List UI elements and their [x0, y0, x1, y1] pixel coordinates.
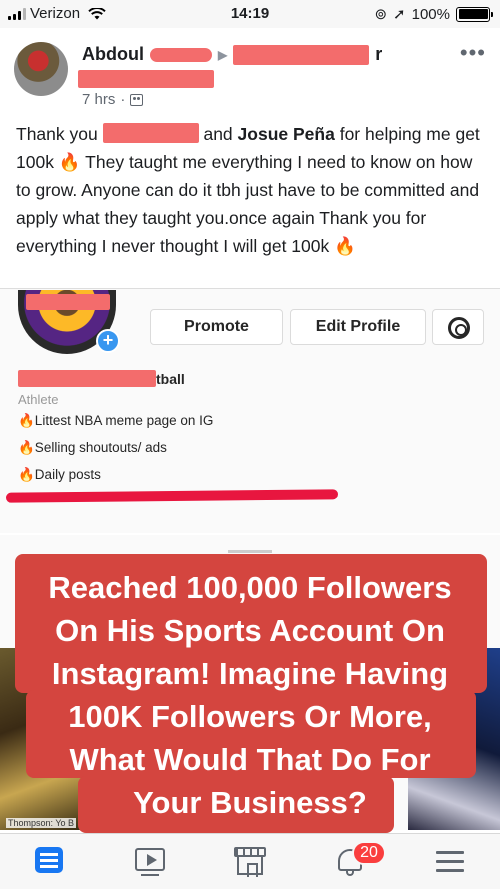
post-meta: 7 hrs · — [82, 91, 144, 108]
bio-line-1: 🔥Littest NBA meme page on IG — [18, 413, 214, 428]
battery-icon — [456, 6, 493, 22]
video-icon[interactable] — [133, 844, 167, 878]
bio-line-3: 🔥Daily posts — [18, 467, 101, 482]
orientation-lock-icon: ⊚ — [374, 6, 388, 23]
headline-line-5: What Would That Do For — [69, 742, 431, 777]
headline-line-6: Your Business? — [133, 785, 367, 820]
headline-line-2: On His Sports Account On — [55, 613, 445, 648]
meta-separator: · — [120, 91, 126, 108]
post-text-rest: They taught me everything I need to know… — [16, 152, 480, 256]
post-text-and: and — [203, 124, 233, 144]
post-text: Thank you and Josue Peña for helping me … — [16, 120, 486, 260]
edit-profile-button: Edit Profile — [290, 309, 426, 345]
status-right: ⊚ ➚ 100% — [374, 5, 493, 23]
redacted-display-name — [18, 370, 156, 387]
post-text-thank-you: Thank you — [16, 124, 98, 144]
redacted-mention — [102, 123, 199, 143]
group-name-tail[interactable]: r — [375, 44, 382, 65]
fire-emoji-end: 🔥 — [334, 236, 356, 256]
shared-to-arrow-icon: ▶ — [217, 47, 228, 62]
add-story-plus-icon: + — [96, 329, 120, 353]
battery-percent: 100% — [411, 5, 450, 23]
post-author[interactable]: Abdoul ▶ r — [82, 44, 382, 65]
headline-line-3: Instagram! Imagine Having — [51, 656, 449, 691]
display-name-tail: tball — [156, 370, 185, 387]
author-name[interactable]: Abdoul — [82, 44, 144, 65]
bio-line-2: 🔥Selling shoutouts/ ads — [18, 440, 167, 455]
headline-text: Reached 100,000 Followers On His Sports … — [10, 566, 490, 824]
headline-line-1: Reached 100,000 Followers — [48, 570, 452, 605]
news-feed-icon[interactable] — [33, 844, 67, 878]
post-time[interactable]: 7 hrs — [82, 91, 115, 108]
notifications-badge[interactable]: 20 — [352, 841, 386, 865]
marketplace-icon[interactable] — [233, 844, 267, 878]
gear-icon — [448, 317, 470, 339]
headline-line-4: 100K Followers Or More, — [68, 699, 432, 734]
audience-friends-icon[interactable] — [130, 93, 144, 106]
more-options-icon[interactable]: ••• — [460, 40, 486, 66]
redacted-group-name — [233, 44, 370, 65]
battery-level-fill — [458, 9, 488, 19]
redacted-profile-handle — [26, 294, 110, 310]
bottom-tab-bar — [0, 833, 500, 889]
settings-button — [432, 309, 484, 345]
promote-button: Promote — [150, 309, 283, 345]
instagram-display-name: tball — [18, 370, 185, 387]
menu-icon[interactable] — [433, 844, 467, 878]
status-bar: Verizon 14:19 ⊚ ➚ 100% — [0, 0, 500, 28]
fire-emoji: 🔥 — [58, 152, 81, 172]
tagged-person-link[interactable]: Josue Peña — [238, 124, 335, 144]
instagram-category: Athlete — [18, 392, 59, 407]
author-avatar[interactable] — [14, 42, 68, 96]
tab-indicator — [228, 550, 272, 553]
redacted-author-surname — [149, 47, 212, 62]
redacted-subtitle — [78, 70, 214, 88]
location-arrow-icon: ➚ — [393, 6, 406, 23]
